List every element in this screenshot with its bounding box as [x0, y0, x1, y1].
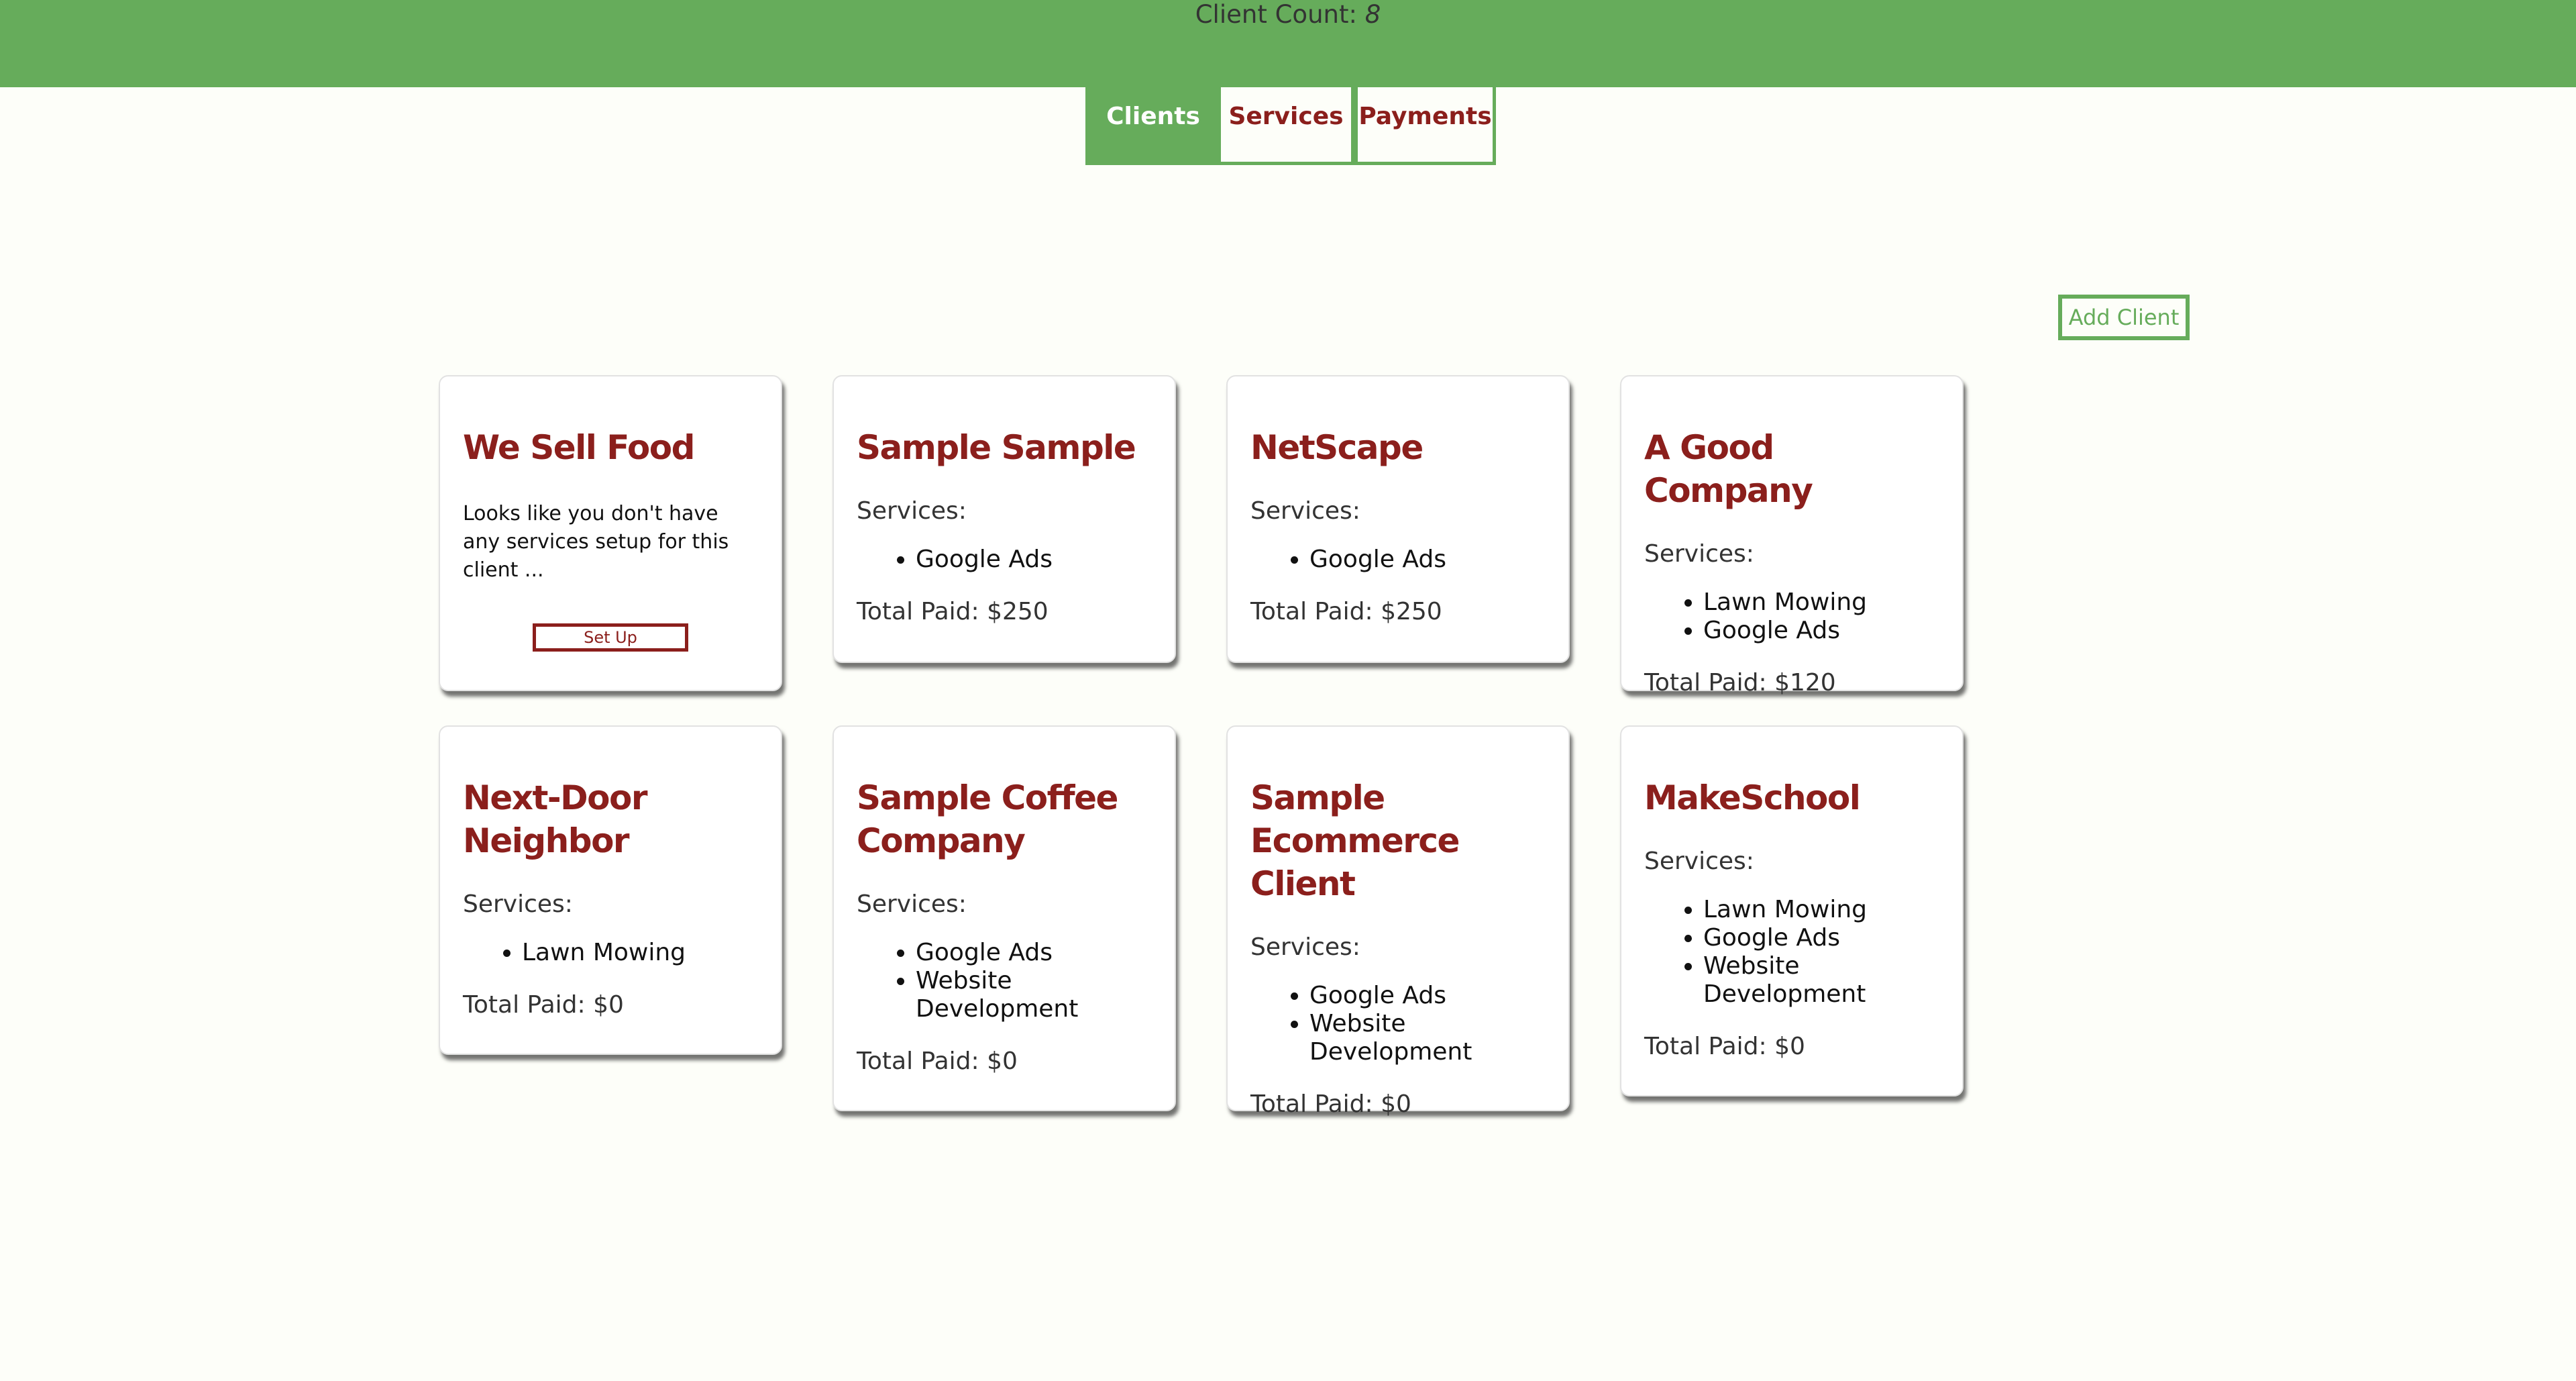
client-card-we-sell-food[interactable]: We Sell Food Looks like you don't have a… [439, 375, 782, 691]
client-count-label: Client Count: [1195, 0, 1357, 29]
client-name: We Sell Food [463, 428, 695, 467]
client-card-sample-sample[interactable]: Sample Sample Services: Google Ads Total… [833, 375, 1176, 663]
client-name: NetScape [1250, 428, 1424, 467]
total-paid: Total Paid: $0 [1250, 1090, 1411, 1118]
client-card-makeschool[interactable]: MakeSchool Services: Lawn Mowing Google … [1620, 725, 1964, 1096]
client-name: A Good Company [1644, 428, 1813, 510]
tab-clients[interactable]: Clients [1085, 87, 1221, 165]
client-count-value: 8 [1364, 0, 1381, 29]
services-label: Services: [1644, 540, 1754, 568]
services-label: Services: [463, 890, 573, 918]
services-list: Lawn Mowing Google Ads [1644, 589, 1939, 645]
service-item: Google Ads [1309, 546, 1546, 574]
services-list: Lawn Mowing [463, 939, 758, 967]
service-item: Google Ads [1703, 617, 1939, 645]
service-item: Website Development [1703, 952, 1939, 1009]
services-list: Google Ads Website Development [857, 939, 1152, 1023]
client-name: Next-Door Neighbor [463, 778, 648, 860]
add-client-button[interactable]: Add Client [2058, 295, 2190, 340]
services-list: Google Ads [857, 546, 1152, 574]
total-paid: Total Paid: $0 [1644, 1033, 1805, 1060]
client-card-a-good-company[interactable]: A Good Company Services: Lawn Mowing Goo… [1620, 375, 1964, 697]
tab-bar: Clients Services Payments [1085, 87, 1496, 165]
tab-services[interactable]: Services [1221, 87, 1354, 165]
client-card-sample-ecommerce-client[interactable]: Sample Ecommerce Client Services: Google… [1226, 725, 1570, 1118]
tab-payments[interactable]: Payments [1354, 87, 1496, 165]
services-label: Services: [1250, 497, 1360, 525]
client-name: Sample Sample [857, 428, 1136, 467]
total-paid: Total Paid: $250 [1250, 598, 1442, 625]
services-label: Services: [857, 497, 967, 525]
client-name: Sample Coffee Company [857, 778, 1118, 860]
services-list: Lawn Mowing Google Ads Website Developme… [1644, 896, 1939, 1009]
total-paid: Total Paid: $0 [857, 1047, 1018, 1075]
total-paid: Total Paid: $250 [857, 598, 1049, 625]
service-item: Lawn Mowing [1703, 896, 1939, 924]
setup-button[interactable]: Set Up [533, 623, 688, 652]
client-count: Client Count: 8 [0, 0, 2576, 30]
client-name: MakeSchool [1644, 778, 1861, 817]
no-services-message: Looks like you don't have any services s… [463, 502, 729, 582]
services-list: Google Ads Website Development [1250, 982, 1546, 1066]
services-label: Services: [1250, 933, 1360, 961]
service-item: Lawn Mowing [1703, 589, 1939, 617]
client-card-netscape[interactable]: NetScape Services: Google Ads Total Paid… [1226, 375, 1570, 663]
service-item: Google Ads [916, 939, 1152, 967]
service-item: Google Ads [1703, 924, 1939, 952]
services-label: Services: [1644, 848, 1754, 875]
service-item: Google Ads [1309, 982, 1546, 1010]
service-item: Lawn Mowing [522, 939, 758, 967]
services-list: Google Ads [1250, 546, 1546, 574]
services-label: Services: [857, 890, 967, 918]
total-paid: Total Paid: $0 [463, 991, 624, 1019]
client-name: Sample Ecommerce Client [1250, 778, 1460, 903]
service-item: Website Development [916, 967, 1152, 1023]
client-card-next-door-neighbor[interactable]: Next-Door Neighbor Services: Lawn Mowing… [439, 725, 782, 1055]
total-paid: Total Paid: $120 [1644, 669, 1836, 697]
service-item: Website Development [1309, 1010, 1546, 1066]
service-item: Google Ads [916, 546, 1152, 574]
client-card-sample-coffee-company[interactable]: Sample Coffee Company Services: Google A… [833, 725, 1176, 1111]
